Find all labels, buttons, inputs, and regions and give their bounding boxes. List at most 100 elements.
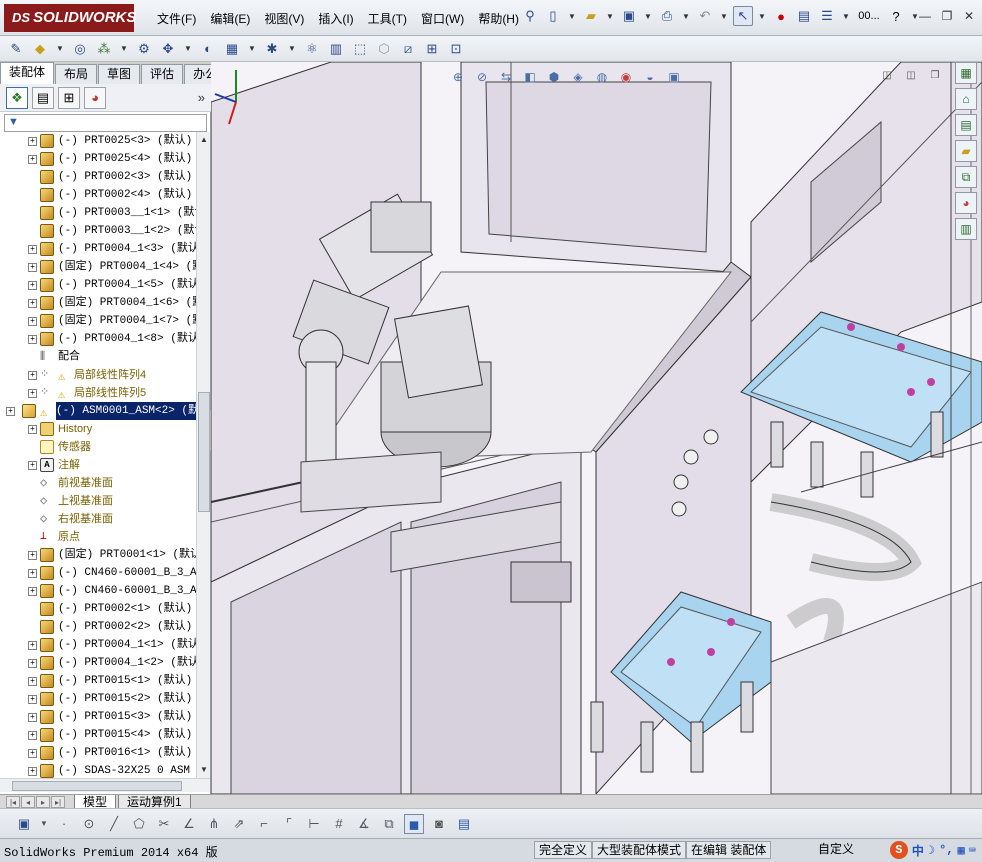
new-motion-study-icon[interactable]: ⚛ bbox=[302, 39, 322, 59]
tree-item[interactable]: (-) PRT0003__1<1> (默认 bbox=[0, 204, 196, 222]
edit-component-icon[interactable]: ✎ bbox=[6, 39, 26, 59]
minimize-icon[interactable]: — bbox=[916, 8, 934, 24]
tab-motion-study[interactable]: 运动算例1 bbox=[118, 795, 191, 809]
save-icon[interactable]: ▣ bbox=[14, 814, 34, 834]
tab-assembly[interactable]: 装配体 bbox=[0, 62, 55, 84]
tree-item[interactable]: + (-) PRT0004_1<3> (默认 bbox=[0, 240, 196, 258]
appearances-icon[interactable]: ◕ bbox=[955, 192, 977, 214]
shaded-view-icon[interactable]: ◼ bbox=[404, 813, 424, 834]
expand-toggle[interactable]: + bbox=[28, 659, 37, 668]
print-dropdown-icon[interactable]: ▼ bbox=[680, 6, 692, 26]
solidworks-logo[interactable]: DS SOLIDWORKS bbox=[4, 4, 136, 32]
open-folder-icon[interactable]: ▰ bbox=[581, 6, 601, 26]
tree-item[interactable]: ⫴ 配合 bbox=[0, 348, 196, 366]
viewport-next-icon[interactable]: ◫ bbox=[904, 70, 918, 82]
instant3d-icon[interactable]: ⊡ bbox=[446, 39, 466, 59]
undo-icon[interactable]: ↶ bbox=[695, 6, 715, 26]
reference-dropdown-icon[interactable]: ▼ bbox=[286, 39, 298, 59]
pattern-dropdown-icon[interactable]: ▼ bbox=[118, 39, 130, 59]
expand-panel-icon[interactable]: » bbox=[198, 90, 205, 105]
dimension-icon[interactable]: ⊢ bbox=[304, 814, 324, 834]
configuration-manager-icon[interactable]: ⊞ bbox=[58, 86, 80, 109]
pin-icon[interactable]: ⚲ bbox=[520, 6, 540, 26]
mirror-icon[interactable]: ⋔ bbox=[204, 814, 224, 834]
tree-item[interactable]: + (-) PRT0016<1> (默认) bbox=[0, 744, 196, 762]
expand-toggle[interactable]: + bbox=[28, 569, 37, 578]
tab-sketch[interactable]: 草图 bbox=[98, 64, 141, 84]
tree-filter-input[interactable]: ▼ bbox=[4, 114, 207, 132]
tree-item[interactable]: + (-) PRT0025<3> (默认) bbox=[0, 132, 196, 150]
menu-file[interactable]: 文件(F) bbox=[150, 8, 203, 28]
angle-icon[interactable]: ∠ bbox=[179, 814, 199, 834]
expand-toggle[interactable]: + bbox=[28, 389, 37, 398]
insert-component-icon[interactable]: ◆ bbox=[30, 39, 50, 59]
scroll-thumb[interactable] bbox=[198, 392, 210, 512]
tree-item[interactable]: ◇ 前视基准面 bbox=[0, 474, 196, 492]
tree-item[interactable]: + (固定) PRT0004_1<4> (默 bbox=[0, 258, 196, 276]
tree-item[interactable]: (-) PRT0002<4> (默认) bbox=[0, 186, 196, 204]
exploded-view-icon[interactable]: ⬚ bbox=[350, 39, 370, 59]
tree-item[interactable]: (-) PRT0002<2> (默认) bbox=[0, 618, 196, 636]
tree-item[interactable]: ◇ 上视基准面 bbox=[0, 492, 196, 510]
feature-manager-tree-icon[interactable]: ❖ bbox=[6, 86, 28, 109]
line-icon[interactable]: ╱ bbox=[104, 814, 124, 834]
last-tab-icon[interactable]: ▸| bbox=[51, 796, 65, 808]
tree-item[interactable]: + (固定) PRT0004_1<7> (默 bbox=[0, 312, 196, 330]
save-icon[interactable]: ▣ bbox=[619, 6, 639, 26]
tab-layout[interactable]: 布局 bbox=[55, 64, 98, 84]
print-icon[interactable]: ⎙ bbox=[657, 6, 677, 26]
view-settings-icon[interactable]: ▣ bbox=[665, 68, 683, 86]
expand-toggle[interactable]: + bbox=[28, 425, 37, 434]
select-dropdown-icon[interactable]: ▼ bbox=[756, 6, 768, 26]
chamfer-icon[interactable]: ⌜ bbox=[279, 814, 299, 834]
tree-item[interactable]: + (-) PRT0025<4> (默认) bbox=[0, 150, 196, 168]
scroll-down-icon[interactable]: ▼ bbox=[198, 764, 210, 776]
next-tab-icon[interactable]: ▸ bbox=[36, 796, 50, 808]
smart-fasteners-icon[interactable]: ⚙ bbox=[134, 39, 154, 59]
ime-halfwidth-icon[interactable]: ☽ bbox=[928, 843, 935, 858]
interference-detection-icon[interactable]: ⧄ bbox=[398, 39, 418, 59]
solidworks-resources-icon[interactable]: ▦ bbox=[955, 62, 977, 84]
menu-insert[interactable]: 插入(I) bbox=[311, 8, 360, 28]
select-pointer-icon[interactable]: ↖ bbox=[733, 6, 753, 26]
hide-show-items-icon[interactable]: ◍ bbox=[593, 68, 611, 86]
insert-dropdown-icon[interactable]: ▼ bbox=[54, 39, 66, 59]
tree-item[interactable]: (-) PRT0002<1> (默认) bbox=[0, 600, 196, 618]
graphics-area[interactable]: ⊕ ⊘ ⇆ ◧ ⬢ ◈ ◍ ◉ ◒ ▣ ◫ ◫ ❐ ✕ bbox=[211, 62, 982, 794]
tree-item[interactable]: + (-) PRT0015<2> (默认) bbox=[0, 690, 196, 708]
tree-item[interactable]: + (-) CN460-60001_B_3_AS bbox=[0, 564, 196, 582]
menu-tools[interactable]: 工具(T) bbox=[361, 8, 414, 28]
prev-tab-icon[interactable]: ◂ bbox=[21, 796, 35, 808]
scroll-up-icon[interactable]: ▲ bbox=[198, 134, 210, 146]
edit-appearance-icon[interactable]: ◉ bbox=[617, 68, 635, 86]
tab-model[interactable]: 模型 bbox=[74, 795, 117, 809]
menu-edit[interactable]: 编辑(E) bbox=[203, 8, 257, 28]
menu-help[interactable]: 帮助(H) bbox=[471, 8, 526, 28]
expand-toggle[interactable]: + bbox=[28, 155, 37, 164]
new-dropdown-icon[interactable]: ▼ bbox=[566, 6, 578, 26]
linear-pattern-icon[interactable]: ⁂ bbox=[94, 39, 114, 59]
tree-item[interactable]: (-) PRT0002<3> (默认) bbox=[0, 168, 196, 186]
new-document-icon[interactable]: ▯ bbox=[543, 6, 563, 26]
tree-item[interactable]: + (-) PRT0004_1<1> (默认 bbox=[0, 636, 196, 654]
menu-window[interactable]: 窗口(W) bbox=[414, 8, 471, 28]
polygon-icon[interactable]: ⬠ bbox=[129, 814, 149, 834]
expand-toggle[interactable]: + bbox=[28, 749, 37, 758]
view-palette-icon[interactable]: ⧉ bbox=[955, 166, 977, 188]
ime-punctuation-icon[interactable]: °, bbox=[939, 843, 953, 857]
previous-view-icon[interactable]: ⇆ bbox=[497, 68, 515, 86]
viewport-restore-icon[interactable]: ❐ bbox=[928, 70, 942, 82]
viewport-prev-icon[interactable]: ◫ bbox=[880, 70, 894, 82]
expand-toggle[interactable]: + bbox=[28, 461, 37, 470]
tree-item[interactable]: + (-) PRT0015<1> (默认) bbox=[0, 672, 196, 690]
ime-softkeyboard-icon[interactable]: ▦ bbox=[958, 843, 965, 858]
table-icon[interactable]: ▤ bbox=[454, 814, 474, 834]
display-style-icon[interactable]: ◈ bbox=[569, 68, 587, 86]
filter-icon[interactable]: ▼ bbox=[8, 116, 19, 128]
first-tab-icon[interactable]: |◂ bbox=[6, 796, 20, 808]
home-icon[interactable]: ⌂ bbox=[955, 88, 977, 110]
expand-toggle[interactable]: + bbox=[28, 731, 37, 740]
tree-item[interactable]: + (固定) PRT0004_1<6> (默 bbox=[0, 294, 196, 312]
options-dropdown-icon[interactable]: ▼ bbox=[840, 6, 852, 26]
bill-of-materials-icon[interactable]: ▥ bbox=[326, 39, 346, 59]
